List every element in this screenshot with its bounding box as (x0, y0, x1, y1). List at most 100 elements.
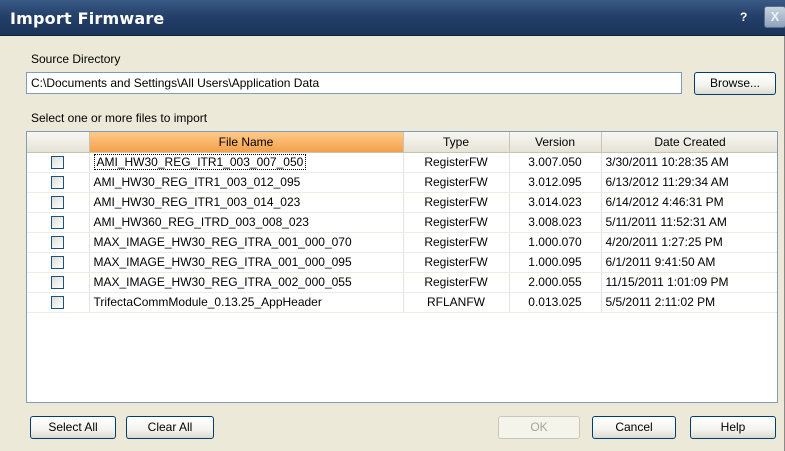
date-created-text: 6/1/2011 9:41:50 AM (605, 255, 716, 269)
row-checkbox-cell (27, 272, 90, 293)
date-created-cell: 4/20/2011 1:27:25 PM (601, 232, 777, 253)
file-name-cell: TrifectaCommModule_0.13.25_AppHeader (89, 292, 404, 313)
type-text: RFLANFW (427, 295, 485, 309)
type-text: RegisterFW (424, 175, 488, 189)
type-cell: RegisterFW (403, 152, 510, 173)
file-name-text: MAX_IMAGE_HW30_REG_ITRA_001_000_070 (93, 235, 352, 249)
import-firmware-dialog: Import Firmware ? X Source Directory C:\… (0, 0, 785, 451)
type-cell: RegisterFW (403, 212, 510, 233)
file-name-cell: AMI_HW30_REG_ITR1_003_012_095 (89, 172, 404, 193)
type-cell: RegisterFW (403, 252, 510, 273)
help-button[interactable]: Help (690, 416, 776, 439)
type-text: RegisterFW (424, 275, 488, 289)
column-header-version[interactable]: Version (509, 132, 602, 153)
file-name-text: AMI_HW360_REG_ITRD_003_008_023 (93, 215, 309, 229)
row-checkbox-cell (27, 292, 90, 313)
source-directory-field[interactable]: C:\Documents and Settings\All Users\Appl… (26, 72, 682, 94)
row-checkbox[interactable] (51, 276, 65, 290)
table-row[interactable]: MAX_IMAGE_HW30_REG_ITRA_002_000_055 Regis… (27, 272, 777, 293)
type-cell: RegisterFW (403, 272, 510, 293)
version-text: 3.014.023 (528, 195, 582, 209)
dialog-title: Import Firmware (10, 9, 165, 28)
date-created-cell: 6/14/2012 4:46:31 PM (601, 192, 777, 213)
row-checkbox-cell (27, 252, 90, 273)
file-name-text: AMI_HW30_REG_ITR1_003_007_050 (93, 154, 307, 170)
version-cell: 2.000.055 (509, 272, 602, 293)
file-name-text: TrifectaCommModule_0.13.25_AppHeader (93, 295, 322, 309)
table-row[interactable]: TrifectaCommModule_0.13.25_AppHeader RFLA… (27, 292, 777, 313)
date-created-text: 6/13/2012 11:29:34 AM (605, 175, 729, 189)
row-checkbox[interactable] (51, 236, 65, 250)
file-name-text: MAX_IMAGE_HW30_REG_ITRA_002_000_055 (93, 275, 352, 289)
type-cell: RegisterFW (403, 172, 510, 193)
column-header-file-name[interactable]: File Name (89, 132, 404, 153)
table-row[interactable]: AMI_HW360_REG_ITRD_003_008_023 RegisterFW… (27, 212, 777, 233)
row-checkbox-cell (27, 192, 90, 213)
file-name-cell: MAX_IMAGE_HW30_REG_ITRA_001_000_095 (89, 252, 404, 273)
file-list[interactable]: File Name Type Version Date Created AMI_… (26, 131, 778, 403)
select-all-button[interactable]: Select All (30, 416, 116, 439)
date-created-cell: 3/30/2011 10:28:35 AM (601, 152, 777, 173)
type-cell: RFLANFW (403, 292, 510, 313)
column-header-type[interactable]: Type (403, 132, 510, 153)
table-row[interactable]: AMI_HW30_REG_ITR1_003_014_023 RegisterFW 3… (27, 192, 777, 213)
clear-all-button[interactable]: Clear All (126, 416, 214, 439)
row-checkbox-cell (27, 212, 90, 233)
table-row[interactable]: AMI_HW30_REG_ITR1_003_007_050 RegisterFW 3… (27, 152, 777, 173)
file-name-cell: AMI_HW30_REG_ITR1_003_007_050 (89, 152, 404, 173)
row-checkbox[interactable] (51, 256, 65, 270)
source-directory-label: Source Directory (31, 52, 121, 66)
help-icon[interactable]: ? (740, 10, 747, 24)
close-button[interactable]: X (764, 6, 785, 28)
version-text: 1.000.070 (528, 235, 582, 249)
type-cell: RegisterFW (403, 192, 510, 213)
row-checkbox[interactable] (51, 216, 65, 230)
version-cell: 3.007.050 (509, 152, 602, 173)
file-name-text: MAX_IMAGE_HW30_REG_ITRA_001_000_095 (93, 255, 352, 269)
file-name-cell: AMI_HW360_REG_ITRD_003_008_023 (89, 212, 404, 233)
version-text: 1.000.095 (528, 255, 582, 269)
date-created-cell: 11/15/2011 1:01:09 PM (601, 272, 777, 293)
browse-button[interactable]: Browse... (694, 72, 776, 95)
column-header-checkbox[interactable] (27, 132, 90, 153)
table-row[interactable]: AMI_HW30_REG_ITR1_003_012_095 RegisterFW 3… (27, 172, 777, 193)
version-cell: 3.008.023 (509, 212, 602, 233)
row-checkbox[interactable] (51, 156, 65, 170)
version-text: 0.013.025 (528, 295, 582, 309)
title-bar: Import Firmware ? X (0, 0, 785, 36)
file-name-text: AMI_HW30_REG_ITR1_003_012_095 (93, 175, 301, 189)
file-name-cell: MAX_IMAGE_HW30_REG_ITRA_002_000_055 (89, 272, 404, 293)
type-text: RegisterFW (424, 155, 488, 169)
type-text: RegisterFW (424, 195, 488, 209)
date-created-text: 5/5/2011 2:11:02 PM (605, 295, 716, 309)
file-table: File Name Type Version Date Created AMI_… (27, 132, 777, 313)
version-text: 3.008.023 (528, 215, 582, 229)
select-files-label: Select one or more files to import (31, 111, 208, 125)
type-text: RegisterFW (424, 215, 488, 229)
date-created-cell: 6/13/2012 11:29:34 AM (601, 172, 777, 193)
row-checkbox-cell (27, 232, 90, 253)
row-checkbox-cell (27, 172, 90, 193)
version-text: 3.007.050 (528, 155, 582, 169)
cancel-button[interactable]: Cancel (592, 416, 676, 439)
column-header-date-created[interactable]: Date Created (601, 132, 777, 153)
row-checkbox[interactable] (51, 196, 65, 210)
date-created-cell: 6/1/2011 9:41:50 AM (601, 252, 777, 273)
type-text: RegisterFW (424, 235, 488, 249)
date-created-text: 5/11/2011 11:52:31 AM (605, 215, 727, 229)
date-created-text: 6/14/2012 4:46:31 PM (605, 195, 724, 209)
table-row[interactable]: MAX_IMAGE_HW30_REG_ITRA_001_000_070 Regis… (27, 232, 777, 253)
row-checkbox[interactable] (51, 176, 65, 190)
row-checkbox-cell (27, 152, 90, 173)
ok-button[interactable]: OK (498, 416, 580, 439)
version-cell: 0.013.025 (509, 292, 602, 313)
date-created-cell: 5/5/2011 2:11:02 PM (601, 292, 777, 313)
table-row[interactable]: MAX_IMAGE_HW30_REG_ITRA_001_000_095 Regis… (27, 252, 777, 273)
date-created-cell: 5/11/2011 11:52:31 AM (601, 212, 777, 233)
version-cell: 1.000.070 (509, 232, 602, 253)
type-cell: RegisterFW (403, 232, 510, 253)
date-created-text: 11/15/2011 1:01:09 PM (605, 275, 729, 289)
row-checkbox[interactable] (51, 296, 65, 310)
table-header: File Name Type Version Date Created (27, 132, 777, 153)
version-cell: 3.014.023 (509, 192, 602, 213)
